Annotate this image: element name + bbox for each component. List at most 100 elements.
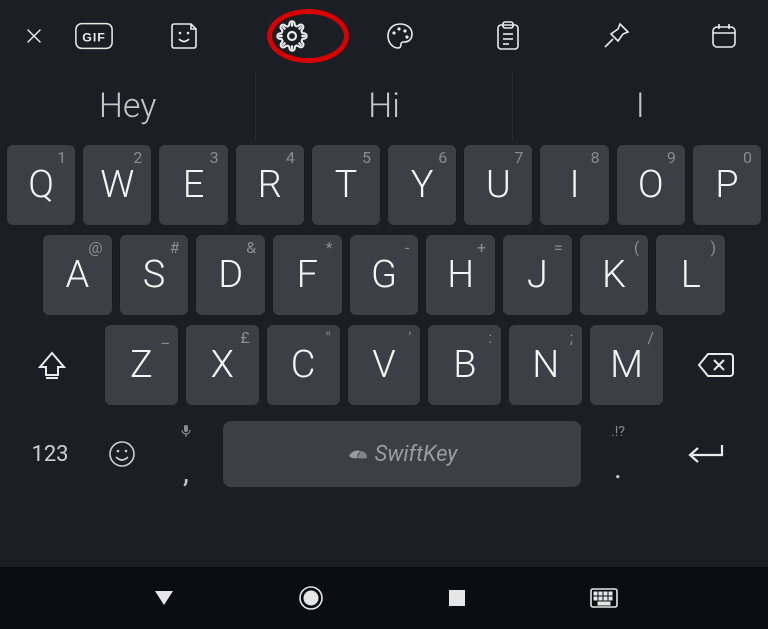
key-sub: @ [88,238,102,257]
key-main: P [715,163,738,207]
themes-icon[interactable] [380,16,420,56]
key-x[interactable]: £X [185,324,260,406]
key-k[interactable]: (K [579,234,650,316]
key-sub: ) [710,238,716,257]
key-n[interactable]: ;N [508,324,583,406]
nav-home[interactable] [288,575,334,621]
key-sub: 1 [57,148,66,167]
key-f[interactable]: *F [272,234,343,316]
key-sub: ; [570,328,573,347]
key-row-3: _Z£X"C'V:B;N/M [4,324,764,406]
emoji-key[interactable] [94,439,150,469]
key-main: J [527,253,548,297]
key-main: W [100,163,134,207]
key-main: U [486,163,511,207]
key-i[interactable]: 8I [539,144,609,226]
key-sub: " [325,328,330,347]
comma-key[interactable]: , [158,414,214,494]
clipboard-icon[interactable] [488,16,528,56]
key-main: F [297,253,318,297]
key-w[interactable]: 2W [82,144,152,226]
key-r[interactable]: 4R [235,144,305,226]
suggestion-1[interactable]: Hey [0,72,255,140]
key-row-2: @A#S&D*F-G+H=J(K)L [4,234,764,316]
key-d[interactable]: &D [195,234,266,316]
period-key[interactable]: .!? . [590,414,646,494]
key-h[interactable]: +H [425,234,496,316]
key-u[interactable]: 7U [463,144,533,226]
key-y[interactable]: 6Y [387,144,457,226]
shift-key[interactable] [6,324,98,406]
key-p[interactable]: 0P [692,144,762,226]
calendar-icon[interactable] [704,16,744,56]
key-main: A [65,253,89,297]
enter-key[interactable] [654,441,754,467]
key-sub: - [405,238,409,257]
toolbar: GIF [0,0,768,72]
nav-keyboard-icon[interactable] [581,575,627,621]
key-c[interactable]: "C [266,324,341,406]
suggestion-2[interactable]: Hi [255,72,511,140]
key-main: X [211,343,234,387]
key-sub: & [246,238,256,257]
numeric-key[interactable]: 123 [14,442,86,467]
key-q[interactable]: 1Q [6,144,76,226]
key-t[interactable]: 5T [311,144,381,226]
key-j[interactable]: =J [502,234,573,316]
key-a[interactable]: @A [42,234,113,316]
spacebar[interactable]: SwiftKey [222,420,582,488]
key-sub: 5 [362,148,371,167]
key-main: G [371,253,397,297]
key-sub: ( [634,238,639,257]
gif-button[interactable]: GIF [74,16,114,56]
key-main: V [372,343,395,387]
nav-recents[interactable] [434,575,480,621]
svg-text:GIF: GIF [82,31,105,45]
key-sub: 4 [286,148,295,167]
suggestion-bar: Hey Hi I [0,72,768,140]
nav-back[interactable] [141,575,187,621]
key-row-1: 1Q2W3E4R5T6Y7U8I9O0P [4,144,764,226]
key-main: H [447,253,474,297]
key-sub: £ [240,328,249,347]
suggestion-3[interactable]: I [512,72,768,140]
key-z[interactable]: _Z [104,324,179,406]
space-row: 123 , SwiftKey [4,414,764,494]
key-main: L [681,253,701,297]
key-v[interactable]: 'V [347,324,422,406]
key-sub: 3 [210,148,219,167]
key-main: C [291,343,316,387]
settings-icon[interactable] [272,16,312,56]
key-main: E [183,163,205,207]
key-m[interactable]: /M [589,324,664,406]
key-main: T [335,163,358,207]
key-main: N [532,343,559,387]
key-sub: 6 [438,148,447,167]
pin-icon[interactable] [596,16,636,56]
key-o[interactable]: 9O [616,144,686,226]
key-e[interactable]: 3E [158,144,228,226]
android-navbar [0,567,768,629]
key-sub: 0 [743,148,752,167]
key-main: Z [130,343,153,387]
backspace-key[interactable] [670,324,762,406]
key-sub: : [488,328,492,347]
key-s[interactable]: #S [119,234,190,316]
close-button[interactable] [14,16,54,56]
keyboard: 1Q2W3E4R5T6Y7U8I9O0P @A#S&D*F-G+H=J(K)L … [0,140,768,504]
key-sub: * [326,238,333,257]
key-sub: = [554,238,563,257]
key-sub: 7 [514,148,523,167]
key-sub: 8 [591,148,600,167]
key-sub: 9 [667,148,676,167]
key-main: Y [411,163,434,207]
key-main: B [453,343,476,387]
key-sub: _ [162,328,169,347]
sticker-icon[interactable] [164,16,204,56]
key-b[interactable]: :B [427,324,502,406]
key-main: I [569,163,579,207]
key-sub: ' [409,328,412,347]
key-g[interactable]: -G [349,234,420,316]
mic-icon [158,424,214,442]
key-l[interactable]: )L [655,234,726,316]
